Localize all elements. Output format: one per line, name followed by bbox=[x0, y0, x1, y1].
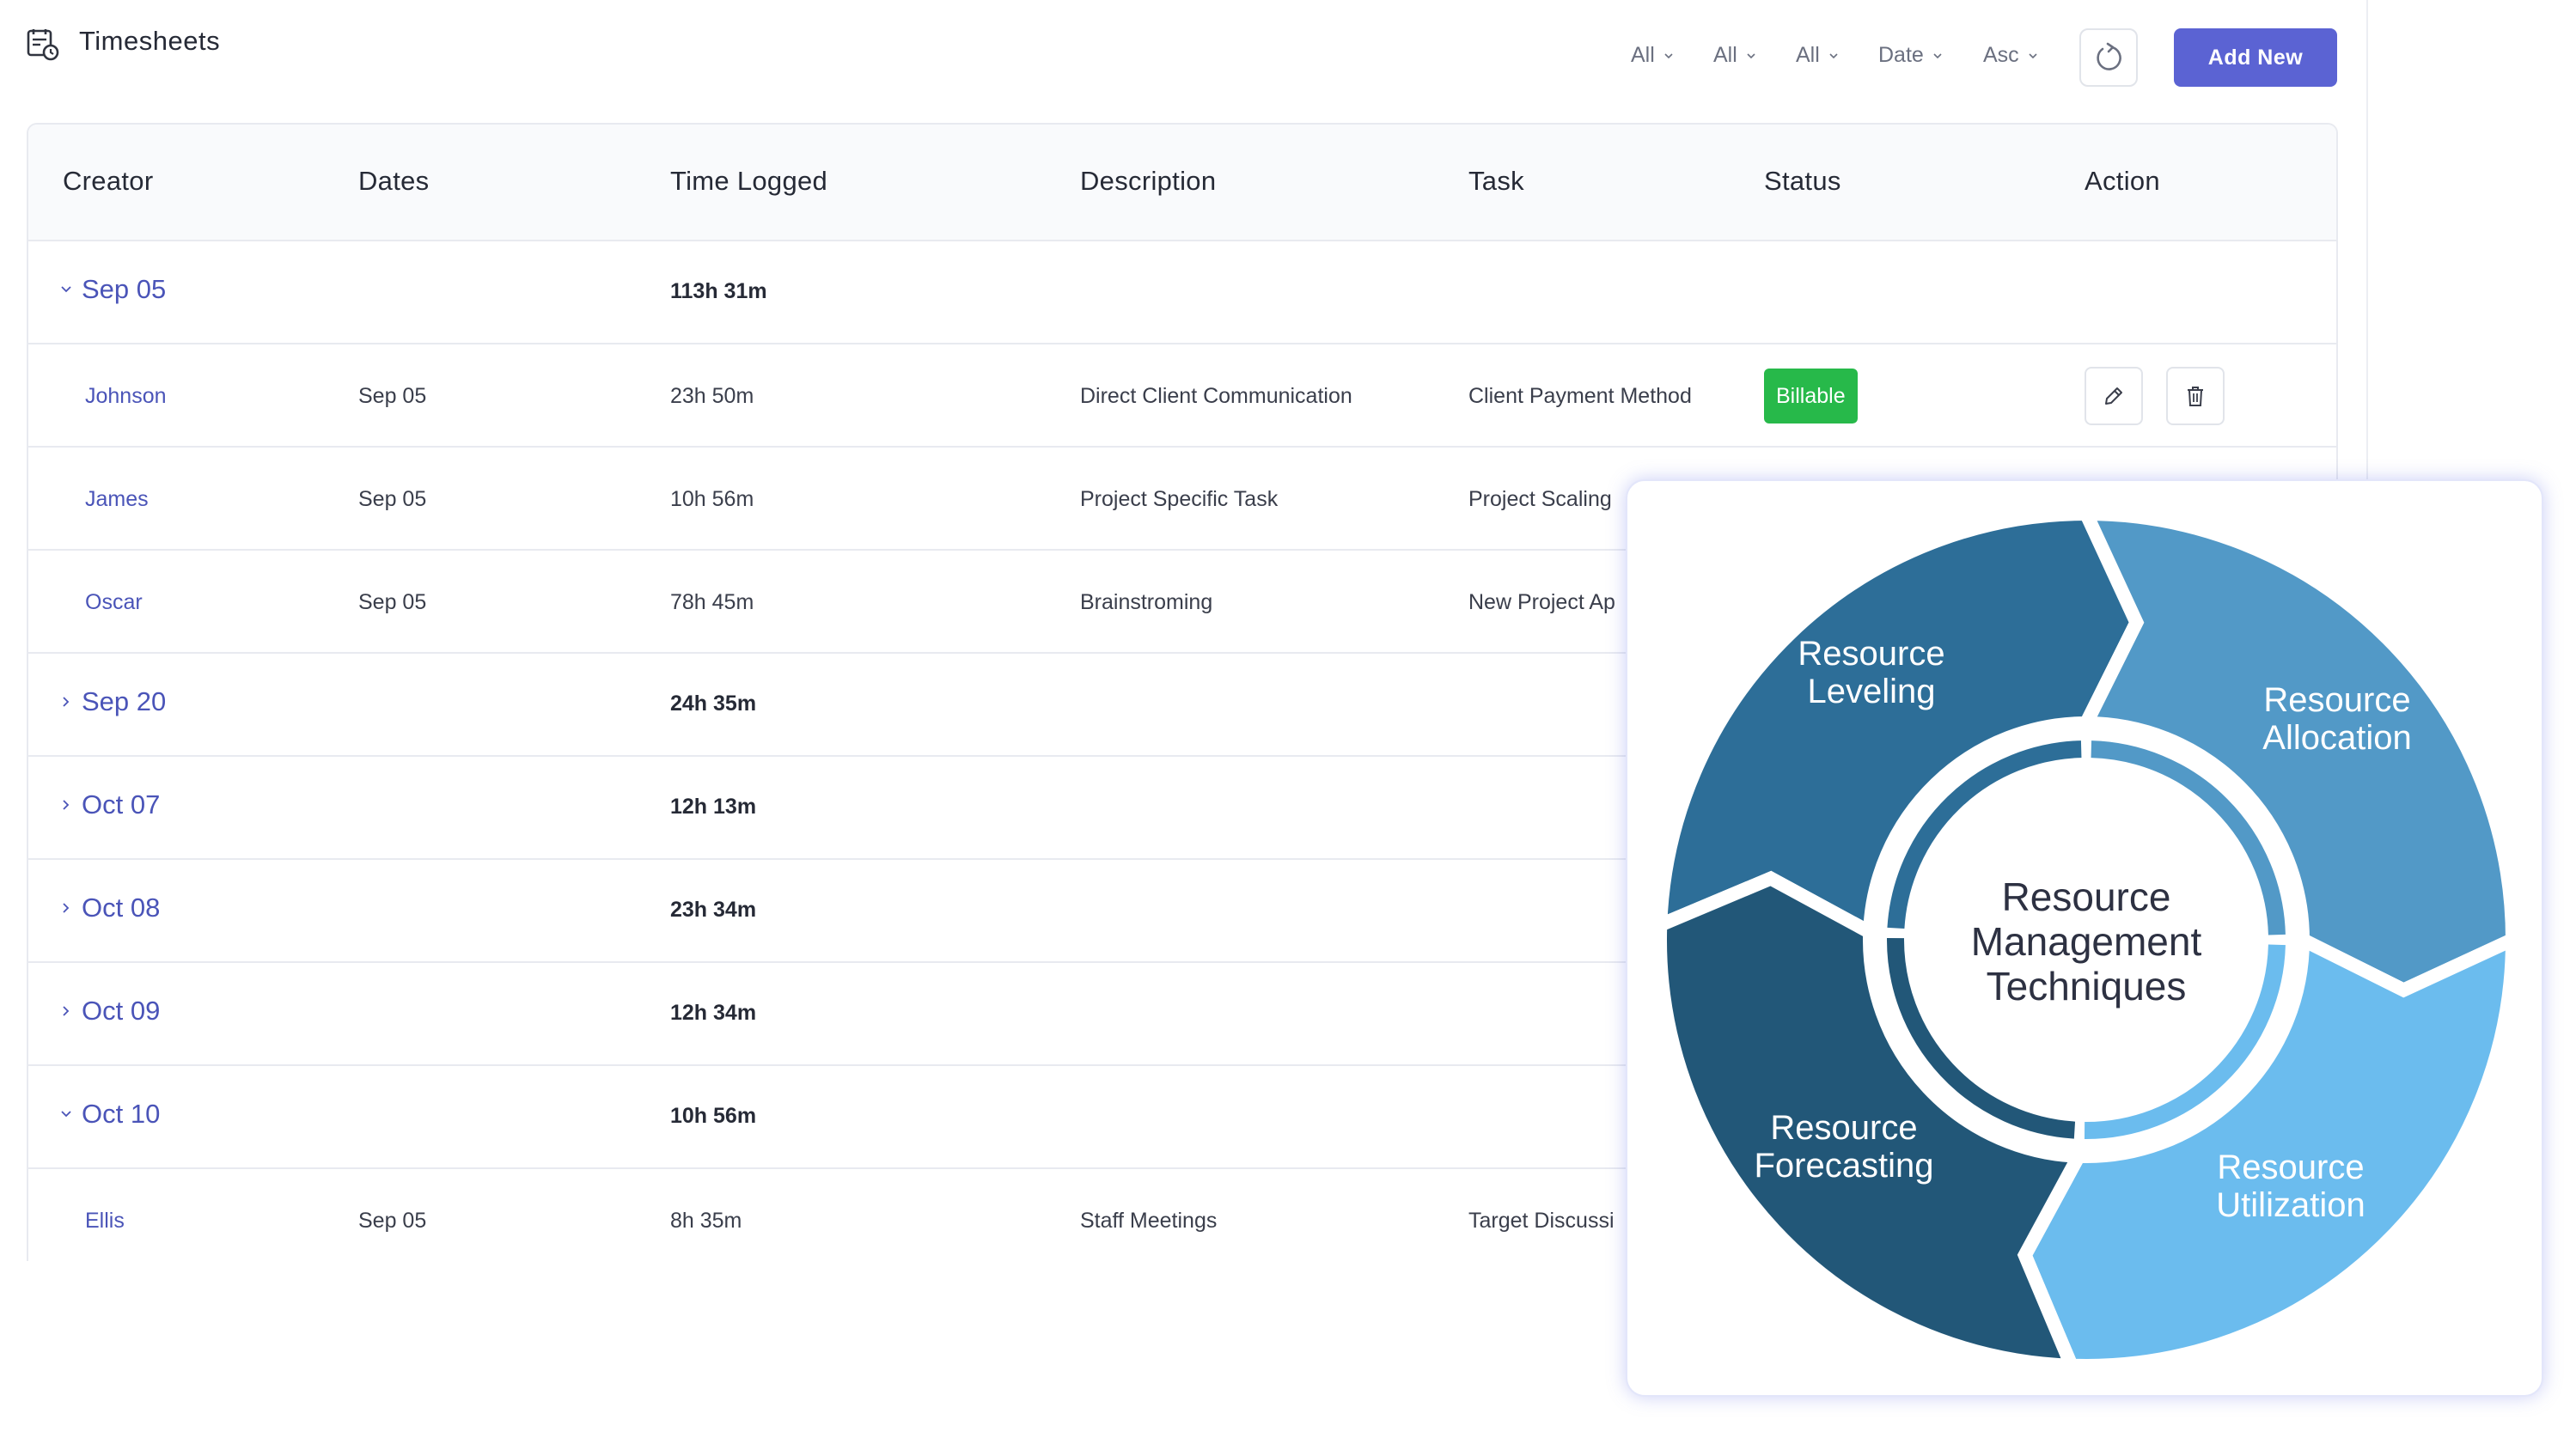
chevron-right-icon bbox=[63, 800, 70, 810]
chevron-down-icon bbox=[2029, 52, 2037, 58]
description-cell: Brainstroming bbox=[1080, 590, 1213, 614]
chevron-right-icon bbox=[63, 697, 70, 707]
creator-link[interactable]: Ellis bbox=[85, 1209, 125, 1234]
description-cell: Direct Client Communication bbox=[1080, 384, 1352, 408]
date-cell: Sep 05 bbox=[358, 487, 427, 511]
creator-link[interactable]: Johnson bbox=[85, 384, 167, 409]
group-date: Oct 08 bbox=[82, 893, 161, 923]
segment-label: Forecasting bbox=[1755, 1147, 1934, 1185]
refresh-button[interactable] bbox=[2079, 28, 2138, 87]
group-date: Sep 20 bbox=[82, 686, 167, 716]
description-cell: Staff Meetings bbox=[1080, 1209, 1218, 1233]
group-total: 24h 35m bbox=[670, 692, 757, 716]
task-cell: Project Scaling bbox=[1468, 487, 1612, 511]
column-header-status: Status bbox=[1764, 166, 1841, 196]
segment-label: Allocation bbox=[2262, 719, 2411, 757]
center-label: Techniques bbox=[1987, 964, 2187, 1008]
add-new-button[interactable]: Add New bbox=[2174, 28, 2337, 87]
chevron-down-icon bbox=[1829, 52, 1838, 58]
chevron-down-icon bbox=[1747, 52, 1755, 58]
filter-dropdown-3[interactable]: All bbox=[1796, 43, 1839, 68]
task-cell: New Project Ap bbox=[1468, 590, 1615, 614]
group-toggle[interactable]: Sep 05 bbox=[59, 274, 166, 305]
status-badge: Billable bbox=[1764, 369, 1858, 423]
group-total: 113h 31m bbox=[670, 279, 767, 303]
filter-label: Asc bbox=[1983, 43, 2019, 67]
filter-dropdown-1[interactable]: All bbox=[1631, 43, 1674, 68]
delete-button[interactable] bbox=[2166, 367, 2225, 425]
chevron-down-icon bbox=[1933, 52, 1942, 58]
page-header: Timesheets All All All Date Asc Add New bbox=[0, 0, 2368, 120]
time-cell: 23h 50m bbox=[670, 384, 754, 408]
page-title: Timesheets bbox=[79, 26, 221, 56]
sort-field-dropdown[interactable]: Date bbox=[1878, 43, 1943, 68]
group-date: Oct 10 bbox=[82, 1099, 161, 1129]
task-cell: Target Discussi bbox=[1468, 1209, 1615, 1233]
trash-icon bbox=[2188, 387, 2203, 406]
column-header-task: Task bbox=[1468, 166, 1524, 196]
column-header-time-logged: Time Logged bbox=[670, 166, 828, 196]
segment-label: Resource bbox=[2217, 1149, 2364, 1186]
column-header-creator: Creator bbox=[63, 166, 154, 196]
date-cell: Sep 05 bbox=[358, 590, 427, 614]
group-total: 12h 34m bbox=[670, 1001, 757, 1025]
center-label: Resource bbox=[2002, 874, 2171, 919]
group-total: 23h 34m bbox=[670, 898, 757, 922]
time-cell: 8h 35m bbox=[670, 1209, 742, 1233]
group-toggle[interactable]: Oct 08 bbox=[59, 893, 160, 923]
pencil-icon bbox=[2105, 387, 2122, 405]
creator-link[interactable]: James bbox=[85, 487, 149, 512]
filter-label: Date bbox=[1878, 43, 1924, 67]
filter-dropdown-2[interactable]: All bbox=[1713, 43, 1756, 68]
group-toggle[interactable]: Oct 10 bbox=[59, 1099, 160, 1130]
group-date: Oct 07 bbox=[82, 789, 161, 820]
group-total: 10h 56m bbox=[670, 1104, 757, 1128]
group-toggle[interactable]: Sep 20 bbox=[59, 686, 166, 717]
segment-label: Leveling bbox=[1807, 673, 1935, 710]
segment-label: Resource bbox=[2263, 681, 2410, 719]
filter-label: All bbox=[1796, 43, 1820, 67]
chevron-right-icon bbox=[63, 1006, 70, 1016]
creator-link[interactable]: Oscar bbox=[85, 590, 143, 615]
column-header-action: Action bbox=[2085, 166, 2160, 196]
group-date: Oct 09 bbox=[82, 996, 161, 1026]
time-cell: 10h 56m bbox=[670, 487, 754, 511]
diagram-svg: ResourceLeveling ResourceAllocationResour… bbox=[1652, 506, 2520, 1374]
group-toggle[interactable]: Oct 07 bbox=[59, 789, 160, 820]
filter-label: All bbox=[1631, 43, 1655, 67]
date-cell: Sep 05 bbox=[358, 384, 427, 408]
description-cell: Project Specific Task bbox=[1080, 487, 1279, 511]
segment-label: Resource bbox=[1798, 635, 1944, 673]
column-header-dates: Dates bbox=[358, 166, 430, 196]
timesheet-icon bbox=[27, 29, 59, 61]
chevron-down-icon bbox=[1664, 52, 1673, 58]
table-row: Johnson Sep 05 23h 50m Direct Client Com… bbox=[28, 344, 2336, 448]
chevron-down-icon bbox=[61, 286, 71, 293]
date-cell: Sep 05 bbox=[358, 1209, 427, 1233]
time-cell: 78h 45m bbox=[670, 590, 754, 614]
segment-label: Utilization bbox=[2216, 1186, 2365, 1224]
group-date: Sep 05 bbox=[82, 274, 167, 304]
refresh-icon bbox=[2097, 42, 2121, 70]
sort-order-dropdown[interactable]: Asc bbox=[1983, 43, 2038, 68]
task-cell: Client Payment Method bbox=[1468, 384, 1692, 408]
filter-label: All bbox=[1713, 43, 1737, 67]
segment-label: Resource bbox=[1770, 1109, 1917, 1147]
column-header-description: Description bbox=[1080, 166, 1217, 196]
table-header: Creator Dates Time Logged Description Ta… bbox=[28, 125, 2336, 241]
chevron-right-icon bbox=[63, 903, 70, 913]
resource-management-diagram: Resource Leveling Resource Allocation Resour… bbox=[1626, 479, 2543, 1397]
group-toggle[interactable]: Oct 09 bbox=[59, 996, 160, 1027]
chevron-down-icon bbox=[61, 1111, 71, 1118]
center-label: Management bbox=[1971, 919, 2202, 964]
group-total: 12h 13m bbox=[670, 795, 757, 819]
edit-button[interactable] bbox=[2085, 367, 2143, 425]
group-row-sep-05[interactable]: Sep 05 113h 31m bbox=[28, 241, 2336, 344]
